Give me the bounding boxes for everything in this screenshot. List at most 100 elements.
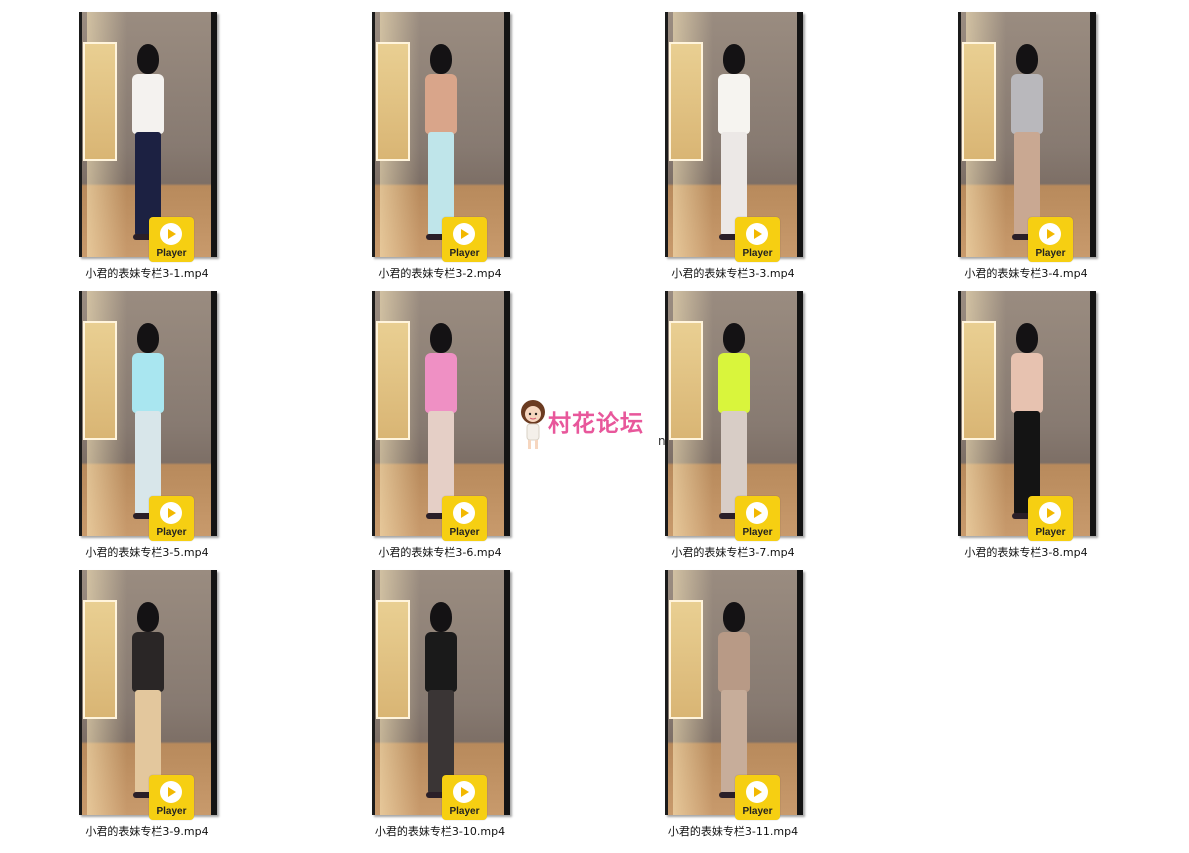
video-file-item[interactable]: Player 小君的表妹专栏3-9.mp4 [52,570,242,842]
player-badge[interactable]: Player [1028,217,1073,262]
player-badge[interactable]: Player [149,496,194,541]
player-label: Player [742,527,773,538]
video-thumbnail[interactable] [958,12,1096,257]
player-label: Player [449,248,480,259]
thumbnail-subject [417,602,465,798]
thumbnail-wall-panel [376,321,410,440]
video-file-item[interactable]: Player 小君的表妹专栏3-2.mp4 [345,12,535,284]
thumbnail-wall-panel [962,321,996,440]
thumbnail-subject [124,323,172,519]
thumbnail-wall-panel [83,321,117,440]
player-badge[interactable]: Player [149,775,194,820]
player-badge[interactable]: Player [442,217,487,262]
file-name[interactable]: 小君的表妹专栏3-10.mp4 [345,823,535,839]
file-name[interactable]: 小君的表妹专栏3-3.mp4 [638,265,828,281]
video-thumbnail[interactable] [372,570,510,815]
video-thumbnail[interactable] [665,570,803,815]
player-badge[interactable]: Player [149,217,194,262]
video-thumbnail[interactable] [79,570,217,815]
player-badge[interactable]: Player [1028,496,1073,541]
subject-head [430,44,452,74]
file-name[interactable]: 小君的表妹专栏3-11.mp4 [638,823,828,839]
video-file-item[interactable]: Player 小君的表妹专栏3-3.mp4 [638,12,828,284]
thumbnail-edge [372,291,375,536]
subject-torso [132,74,164,134]
subject-torso [1011,353,1043,413]
subject-head [723,602,745,632]
player-badge[interactable]: Player [442,775,487,820]
thumbnail-wall-panel [962,42,996,161]
subject-head [137,323,159,353]
video-thumbnail[interactable] [958,291,1096,536]
video-file-item[interactable]: Player 小君的表妹专栏3-10.mp4 [345,570,535,842]
thumbnail-wall-panel [669,321,703,440]
subject-head [723,44,745,74]
thumbnail-wall-panel [83,42,117,161]
subject-torso [718,632,750,692]
subject-torso [1011,74,1043,134]
file-name[interactable]: 小君的表妹专栏3-2.mp4 [345,265,535,281]
play-icon [160,502,182,524]
subject-torso [425,74,457,134]
file-name[interactable]: 小君的表妹专栏3-4.mp4 [931,265,1121,281]
thumbnail-edge [665,291,668,536]
player-badge[interactable]: Player [735,775,780,820]
thumbnail-subject [417,323,465,519]
player-label: Player [742,806,773,817]
video-file-item[interactable]: Player 小君的表妹专栏3-1.mp4 [52,12,242,284]
subject-torso [718,74,750,134]
thumbnail-wall-panel [669,600,703,719]
file-name[interactable]: 小君的表妹专栏3-7.mp4 [638,544,828,560]
thumbnail-edge [797,12,803,257]
video-thumbnail[interactable] [79,291,217,536]
subject-torso [132,353,164,413]
video-file-item[interactable]: Player 小君的表妹专栏3-4.mp4 [931,12,1121,284]
subject-head [137,44,159,74]
thumbnail-edge [958,291,961,536]
player-badge[interactable]: Player [735,496,780,541]
subject-head [723,323,745,353]
video-thumbnail[interactable] [372,291,510,536]
play-icon [746,781,768,803]
thumbnail-edge [958,12,961,257]
player-label: Player [1035,248,1066,259]
thumbnail-subject [1003,44,1051,240]
play-icon [453,781,475,803]
player-badge[interactable]: Player [735,217,780,262]
player-label: Player [449,806,480,817]
thumbnail-edge [504,570,510,815]
thumbnail-edge [211,570,217,815]
thumbnail-subject [710,323,758,519]
player-label: Player [449,527,480,538]
video-thumbnail[interactable] [665,12,803,257]
thumbnail-edge [665,12,668,257]
video-file-item[interactable]: Player 小君的表妹专栏3-7.mp4 [638,291,828,563]
video-thumbnail[interactable] [372,12,510,257]
subject-torso [425,353,457,413]
play-icon [746,223,768,245]
file-name[interactable]: 小君的表妹专栏3-9.mp4 [52,823,242,839]
thumbnail-edge [665,570,668,815]
video-file-item[interactable]: Player 小君的表妹专栏3-8.mp4 [931,291,1121,563]
player-badge[interactable]: Player [442,496,487,541]
video-file-item[interactable]: Player 小君的表妹专栏3-11.mp4 [638,570,828,842]
watermark-text: 村花论坛 [548,411,644,437]
file-name[interactable]: 小君的表妹专栏3-8.mp4 [931,544,1121,560]
play-icon [160,781,182,803]
thumbnail-edge [504,12,510,257]
video-file-item[interactable]: Player 小君的表妹专栏3-6.mp4 [345,291,535,563]
play-icon [1039,223,1061,245]
subject-head [1016,323,1038,353]
play-icon [453,502,475,524]
player-label: Player [742,248,773,259]
player-label: Player [1035,527,1066,538]
video-file-item[interactable]: Player 小君的表妹专栏3-5.mp4 [52,291,242,563]
subject-torso [425,632,457,692]
file-name[interactable]: 小君的表妹专栏3-6.mp4 [345,544,535,560]
video-thumbnail[interactable] [665,291,803,536]
subject-torso [718,353,750,413]
file-name[interactable]: 小君的表妹专栏3-5.mp4 [52,544,242,560]
thumbnail-subject [124,44,172,240]
file-name[interactable]: 小君的表妹专栏3-1.mp4 [52,265,242,281]
video-thumbnail[interactable] [79,12,217,257]
